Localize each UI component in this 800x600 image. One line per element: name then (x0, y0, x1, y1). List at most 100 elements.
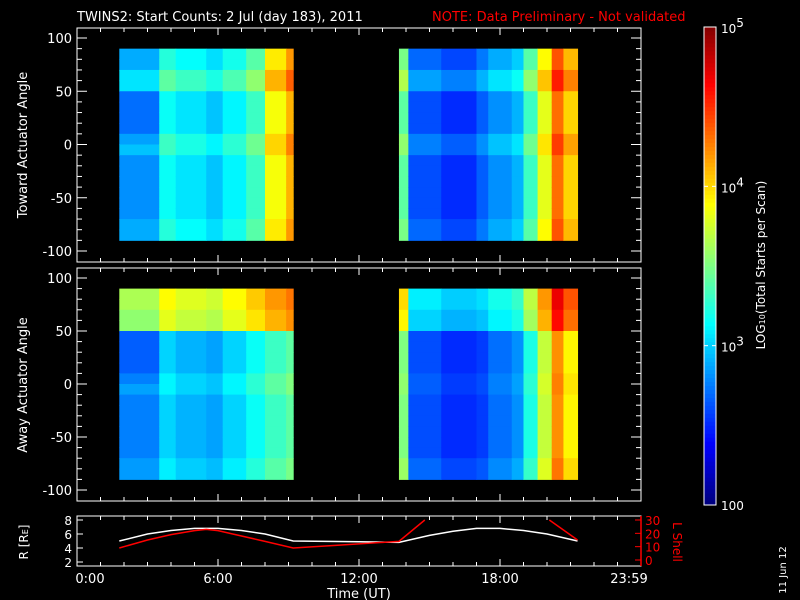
heatmap-cell (408, 458, 442, 470)
heatmap-cell (476, 48, 489, 60)
heatmap-cell (246, 426, 266, 438)
heatmap-cell (119, 80, 160, 92)
heatmap-cell (408, 426, 442, 438)
heatmap-cell (265, 384, 287, 396)
heatmap-cell (206, 91, 224, 103)
heatmap-cell (119, 112, 160, 124)
heatmap-cell (286, 229, 294, 241)
heatmap-cell (408, 69, 442, 82)
colorbar-swatch (704, 441, 716, 446)
heatmap-cell (206, 352, 224, 364)
heatmap-cell (476, 59, 489, 71)
heatmap-cell (159, 219, 177, 231)
colorbar-swatch (704, 78, 716, 84)
colorbar-tick-base: 10 (721, 181, 736, 195)
y-tick-label: 100 (47, 32, 72, 47)
heatmap-cell (441, 415, 477, 427)
colorbar-swatch (704, 417, 716, 422)
heatmap-cell (222, 362, 247, 374)
heatmap-cell (246, 133, 266, 145)
colorbar-swatch (704, 74, 716, 80)
heatmap-cell (159, 373, 177, 385)
heatmap-cell (286, 176, 294, 188)
heatmap-cell (265, 165, 287, 177)
heatmap-cell (159, 309, 177, 321)
heatmap-cell (488, 208, 513, 220)
heatmap-cell (398, 48, 409, 60)
y-tick-label: -100 (42, 245, 72, 260)
heatmap-cell (488, 320, 513, 332)
heatmap-cell (441, 320, 477, 332)
heatmap-cell (398, 426, 409, 438)
colorbar-swatch (704, 190, 716, 195)
r-axis-label: R [RE] (17, 525, 31, 560)
colorbar-swatch (704, 214, 716, 219)
heatmap-cell (175, 415, 207, 427)
heatmap-cell (551, 133, 564, 145)
heatmap-cell (222, 48, 247, 60)
heatmap-cell (523, 176, 539, 188)
heatmap-cell (537, 59, 553, 71)
heatmap-cell (551, 197, 564, 209)
colorbar-swatch (704, 477, 716, 482)
heatmap-cell (563, 176, 579, 188)
colorbar-swatch (704, 126, 716, 132)
heatmap-cell (441, 405, 477, 417)
heatmap-cell (246, 309, 266, 321)
colorbar-swatch (704, 429, 716, 434)
heatmap-cell (222, 144, 247, 156)
heatmap-cell (441, 352, 477, 364)
heatmap-cell (563, 320, 579, 332)
heatmap-cell (551, 331, 564, 343)
heatmap-cell (563, 288, 579, 300)
toward-panel: 100 50 0 -50 -100 (42, 27, 642, 263)
heatmap-cell (175, 458, 207, 470)
heatmap-cell (206, 112, 224, 124)
heatmap-cell (222, 165, 247, 177)
heatmap-cell (175, 208, 207, 220)
colorbar-swatch (704, 150, 716, 155)
colorbar-swatch (704, 489, 716, 494)
colorbar-swatch (704, 277, 716, 283)
colorbar-swatch (704, 497, 716, 502)
heatmap-cell (408, 352, 442, 364)
colorbar-tick-base: 10 (721, 22, 736, 36)
heatmap-cell (206, 69, 224, 82)
heatmap-cell (523, 299, 539, 311)
colorbar-swatch (704, 210, 716, 215)
heatmap-cell (119, 447, 160, 459)
heatmap-cell (488, 48, 513, 60)
heatmap-cell (476, 341, 489, 353)
heatmap-cell (551, 352, 564, 364)
heatmap-cell (159, 362, 177, 374)
date-stamp: 11 Jun 12 (778, 546, 789, 593)
heatmap-cell (206, 229, 224, 241)
heatmap-cell (551, 80, 564, 92)
heatmap-cell (551, 219, 564, 231)
heatmap-cell (537, 229, 553, 241)
heatmap-cell (265, 288, 287, 300)
heatmap-cell (488, 123, 513, 135)
heatmap-cell (286, 415, 294, 427)
heatmap-cell (551, 309, 564, 321)
heatmap-cell (206, 80, 224, 92)
heatmap-cell (246, 373, 266, 385)
heatmap-cell (563, 59, 579, 71)
heatmap-cell (206, 133, 224, 145)
heatmap-cell (246, 362, 266, 374)
heatmap-cell (206, 165, 224, 177)
heatmap-cell (523, 187, 539, 199)
heatmap-cell (286, 133, 294, 145)
heatmap-cell (398, 458, 409, 470)
heatmap-cell (441, 176, 477, 188)
heatmap-cell (408, 219, 442, 231)
heatmap-cell (175, 426, 207, 438)
heatmap-cell (563, 208, 579, 220)
heatmap-cell (119, 331, 160, 343)
heatmap-cell (488, 362, 513, 374)
heatmap-cell (488, 341, 513, 353)
heatmap-cell (119, 426, 160, 438)
colorbar-tick-exp: 3 (736, 335, 744, 349)
heatmap-cell (408, 133, 442, 145)
heatmap-cell (175, 155, 207, 167)
